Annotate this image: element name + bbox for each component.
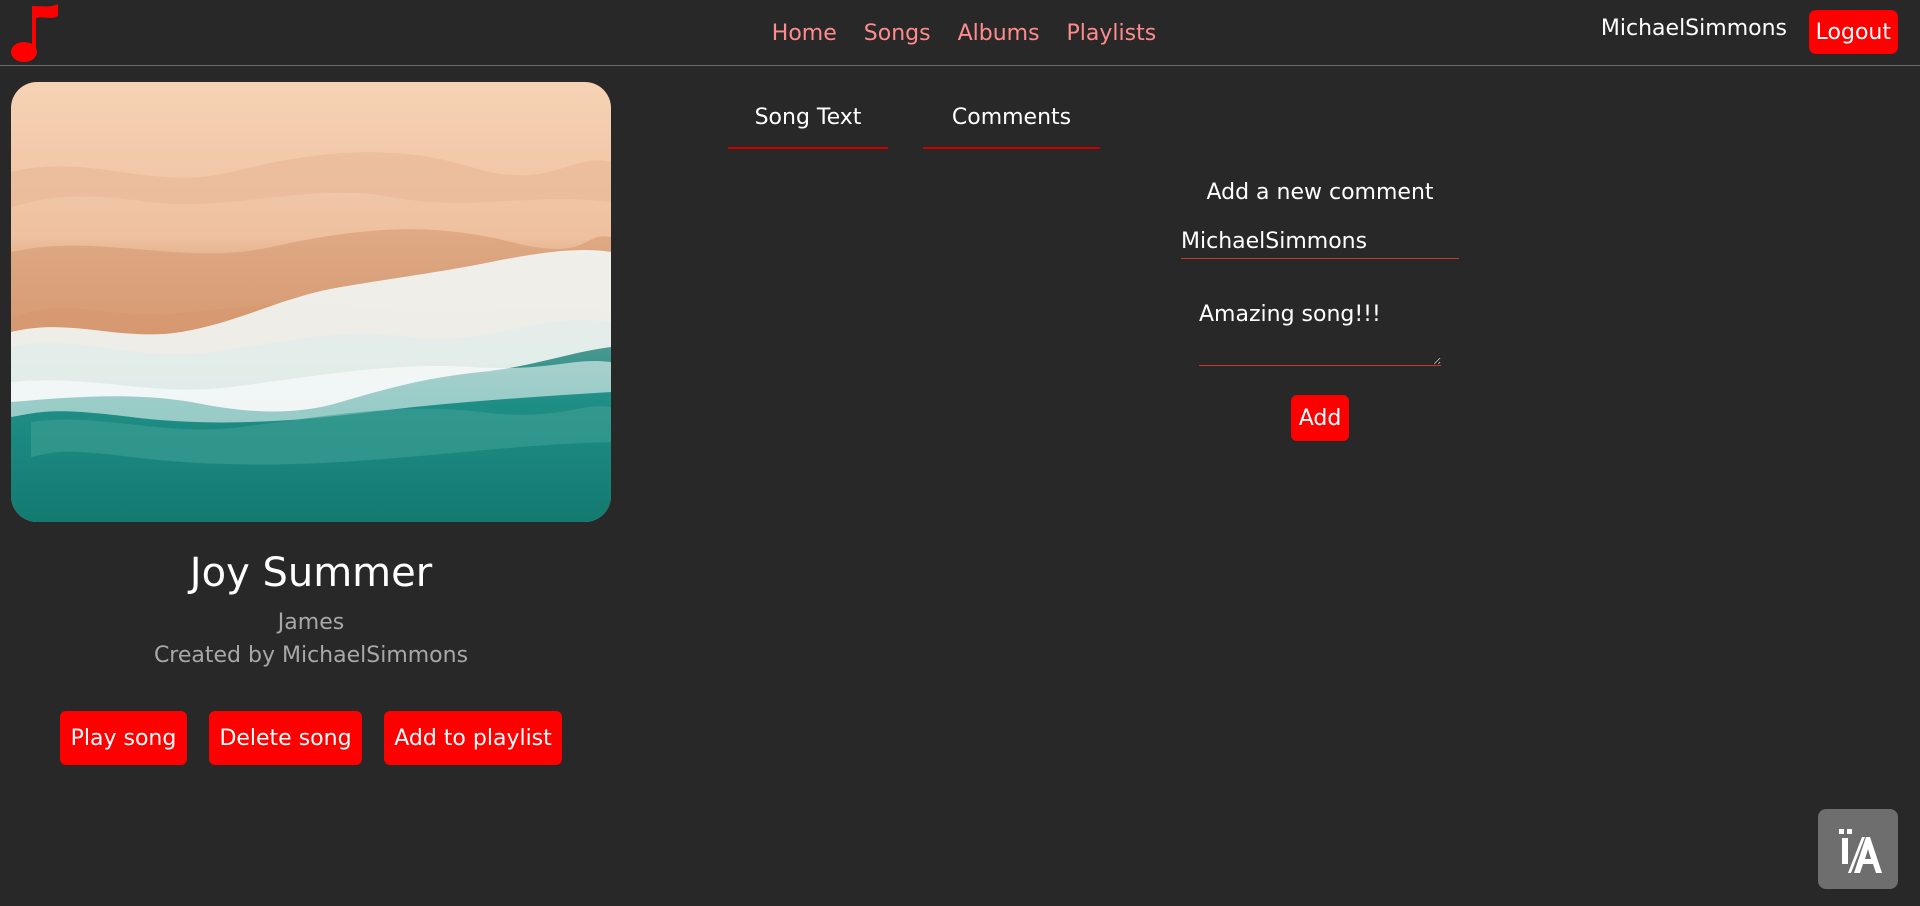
song-creator: Created by MichaelSimmons [153, 643, 469, 668]
song-artist: James [277, 610, 345, 635]
play-song-button[interactable]: Play song [60, 711, 187, 765]
comment-form-heading: Add a new comment [1206, 180, 1434, 205]
delete-song-button[interactable]: Delete song [209, 711, 362, 765]
accessibility-text-icon [1839, 829, 1882, 873]
nav-playlists-link[interactable]: Playlists [1067, 21, 1157, 46]
song-cover-image [11, 82, 611, 522]
tab-song-text[interactable]: Song Text [728, 103, 888, 149]
comment-author-field[interactable] [1181, 224, 1459, 259]
tab-comments[interactable]: Comments [923, 103, 1100, 149]
comment-text-field[interactable]: Amazing song!!! [1199, 296, 1441, 366]
logout-button[interactable]: Logout [1808, 10, 1898, 54]
nav-albums-link[interactable]: Albums [958, 21, 1040, 46]
nav-home-link[interactable]: Home [772, 21, 837, 46]
add-to-playlist-button[interactable]: Add to playlist [384, 711, 562, 765]
accessibility-widget-button[interactable] [1818, 809, 1898, 889]
add-comment-button[interactable]: Add [1291, 395, 1349, 441]
song-title: Joy Summer [189, 550, 433, 596]
navbar: Home Songs Albums Playlists MichaelSimmo… [0, 0, 1920, 66]
current-username: MichaelSimmons [1600, 16, 1787, 41]
nav-songs-link[interactable]: Songs [864, 21, 931, 46]
